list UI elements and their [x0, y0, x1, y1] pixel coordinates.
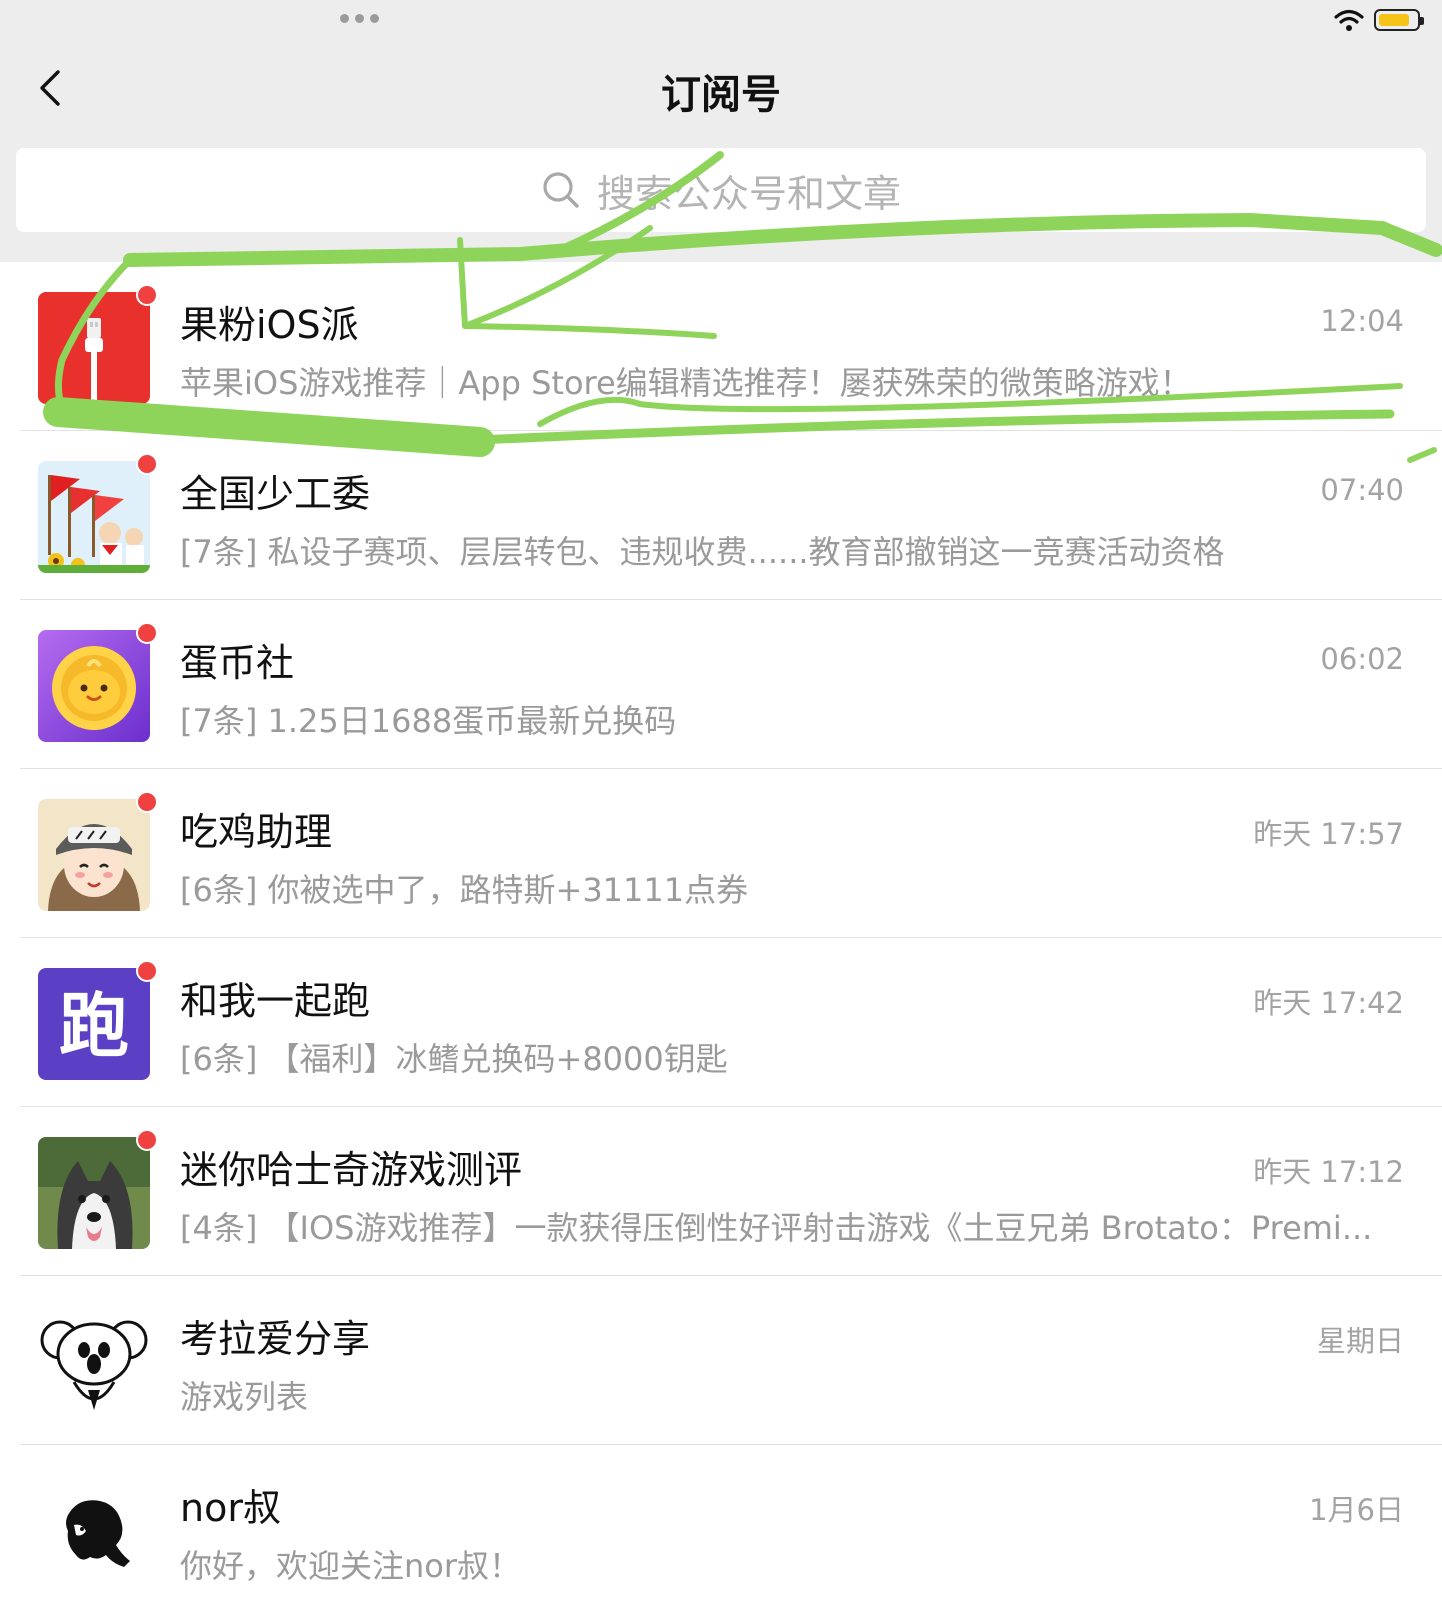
unread-badge — [136, 622, 158, 644]
message-preview: [6条] 你被选中了，路特斯+31111点券 — [180, 871, 749, 909]
list-item[interactable]: 跑 和我一起跑 昨天 17:42 [6条] 【福利】冰鳍兑换码+8000钥匙 — [0, 938, 1442, 1107]
list-item[interactable]: 全国少工委 07:40 [7条] 私设子赛项、层层转包、违规收费......教育… — [0, 431, 1442, 600]
message-time: 06:02 — [1320, 642, 1404, 676]
account-name: 蛋币社 — [180, 641, 295, 685]
message-preview: 你好，欢迎关注nor叔！ — [180, 1547, 522, 1585]
account-name: nor叔 — [180, 1486, 281, 1530]
list-item[interactable]: nor叔 1月6日 你好，欢迎关注nor叔！ — [0, 1445, 1442, 1614]
young-pioneers-avatar — [38, 461, 150, 573]
run-logo-avatar: 跑 — [38, 968, 150, 1080]
message-preview: 苹果iOS游戏推荐｜App Store编辑精选推荐！屡获殊荣的微策略游戏！ — [180, 364, 1192, 402]
message-time: 昨天 17:57 — [1253, 817, 1404, 851]
apple-cable-icon — [38, 292, 150, 404]
battery-icon — [1374, 9, 1424, 31]
helmet-girl-avatar — [38, 799, 150, 911]
unread-badge — [136, 1129, 158, 1151]
message-time: 昨天 17:12 — [1253, 1155, 1404, 1189]
list-item[interactable]: 迷你哈士奇游戏测评 昨天 17:12 [4条] 【IOS游戏推荐】一款获得压倒性… — [0, 1107, 1442, 1276]
run-logo-text: 跑 — [59, 985, 129, 1067]
message-preview: 游戏列表 — [180, 1378, 309, 1416]
unread-badge — [136, 791, 158, 813]
status-indicators — [1334, 8, 1424, 32]
search-icon — [541, 170, 581, 210]
more-dots-icon[interactable] — [340, 14, 379, 23]
search-placeholder: 搜索公众号和文章 — [596, 171, 901, 216]
message-preview: [7条] 私设子赛项、层层转包、违规收费......教育部撤销这一竞赛活动资格 — [180, 533, 1225, 571]
wifi-icon — [1334, 8, 1364, 32]
unread-badge — [136, 284, 158, 306]
unread-badge — [136, 960, 158, 982]
account-name: 全国少工委 — [180, 472, 371, 516]
account-name: 和我一起跑 — [180, 979, 371, 1023]
message-preview: [6条] 【福利】冰鳍兑换码+8000钥匙 — [180, 1040, 728, 1078]
page-title: 订阅号 — [661, 72, 781, 118]
list-item[interactable]: 考拉爱分享 星期日 游戏列表 — [0, 1276, 1442, 1445]
egg-coin-avatar — [38, 630, 150, 742]
header-bar: 订阅号 搜索公众号和文章 — [0, 0, 1442, 262]
message-time: 12:04 — [1320, 304, 1404, 338]
message-preview: [4条] 【IOS游戏推荐】一款获得压倒性好评射击游戏《土豆兄弟 Brotato… — [180, 1209, 1373, 1247]
list-item[interactable]: 蛋币社 06:02 [7条] 1.25日1688蛋币最新兑换码 — [0, 600, 1442, 769]
message-time: 1月6日 — [1309, 1493, 1404, 1527]
message-time: 星期日 — [1316, 1324, 1404, 1358]
message-time: 昨天 17:42 — [1253, 986, 1404, 1020]
account-name: 迷你哈士奇游戏测评 — [180, 1148, 523, 1192]
message-preview: [7条] 1.25日1688蛋币最新兑换码 — [180, 702, 677, 740]
account-name: 果粉iOS派 — [180, 303, 359, 347]
account-name: 吃鸡助理 — [180, 810, 333, 854]
silhouette-avatar — [38, 1475, 150, 1587]
koala-avatar — [38, 1306, 150, 1418]
account-name: 考拉爱分享 — [180, 1317, 371, 1361]
unread-badge — [136, 453, 158, 475]
message-time: 07:40 — [1320, 473, 1404, 507]
husky-avatar — [38, 1137, 150, 1249]
list-item[interactable]: 果粉iOS派 12:04 苹果iOS游戏推荐｜App Store编辑精选推荐！屡… — [0, 262, 1442, 431]
search-input[interactable]: 搜索公众号和文章 — [16, 148, 1426, 232]
subscription-list: 果粉iOS派 12:04 苹果iOS游戏推荐｜App Store编辑精选推荐！屡… — [0, 262, 1442, 1614]
list-item[interactable]: 吃鸡助理 昨天 17:57 [6条] 你被选中了，路特斯+31111点券 — [0, 769, 1442, 938]
